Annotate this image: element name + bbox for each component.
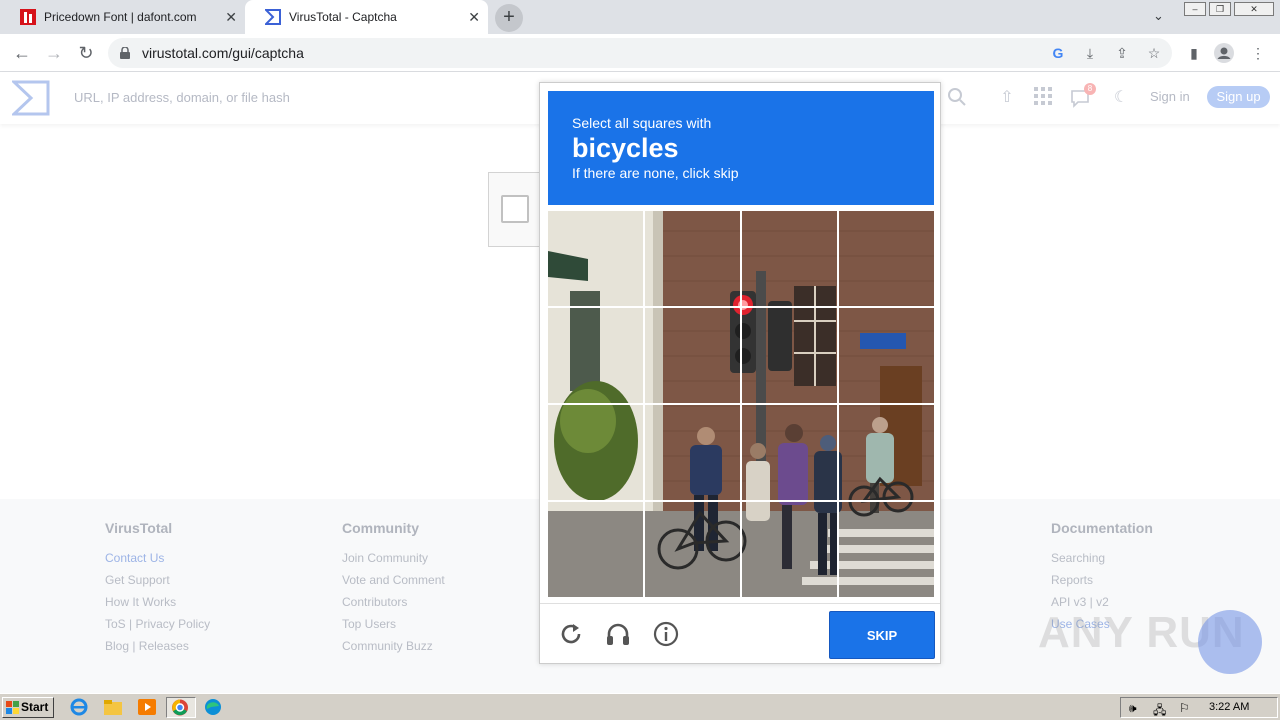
notification-badge: 8 xyxy=(1084,83,1096,95)
footer-link[interactable]: How It Works xyxy=(105,595,210,609)
install-app-icon[interactable]: ⤓ xyxy=(1080,43,1100,63)
footer-heading: Documentation xyxy=(1051,520,1153,536)
captcha-challenge: Select all squares with bicycles If ther… xyxy=(539,82,941,664)
footer-link[interactable]: Reports xyxy=(1051,573,1153,587)
internet-explorer-icon[interactable] xyxy=(68,697,94,718)
google-icon[interactable]: G xyxy=(1048,43,1068,63)
footer-link[interactable]: Contributors xyxy=(342,595,445,609)
minimize-button[interactable]: – xyxy=(1184,2,1206,16)
chrome-menu-icon[interactable]: ⋮ xyxy=(1248,43,1268,63)
network-icon[interactable]: 🖧 xyxy=(1153,701,1166,720)
captcha-header: Select all squares with bicycles If ther… xyxy=(548,91,934,205)
upload-icon[interactable]: ⇧ xyxy=(996,87,1018,109)
new-tab-button[interactable]: + xyxy=(495,4,523,32)
tab-title: VirusTotal - Captcha xyxy=(289,10,397,24)
footer-link[interactable]: Blog | Releases xyxy=(105,639,210,653)
footer-link[interactable]: Community Buzz xyxy=(342,639,445,653)
skip-button[interactable]: SKIP xyxy=(829,611,935,659)
captcha-instruction: Select all squares with xyxy=(572,115,712,131)
grid-divider xyxy=(548,306,934,308)
close-tab-icon[interactable]: ✕ xyxy=(468,9,480,26)
virustotal-logo-icon[interactable] xyxy=(10,80,50,116)
side-panel-icon[interactable]: ▮ xyxy=(1184,43,1204,63)
edge-icon[interactable] xyxy=(202,697,228,718)
share-icon[interactable]: ⇪ xyxy=(1112,43,1132,63)
close-window-button[interactable]: ✕ xyxy=(1234,2,1274,16)
chrome-taskbar-button[interactable] xyxy=(166,697,196,718)
forward-arrow-icon[interactable]: → xyxy=(42,41,66,65)
footer-col-community: Community Join Community Vote and Commen… xyxy=(342,520,445,661)
footer-link[interactable]: Top Users xyxy=(342,617,445,631)
windows-taskbar: Start 🕪 🖧 ⚐ 3:22 AM xyxy=(0,693,1280,720)
profile-avatar-icon[interactable] xyxy=(1214,43,1234,63)
footer-heading: VirusTotal xyxy=(105,520,173,536)
captcha-anchor xyxy=(488,172,544,247)
grid-divider xyxy=(548,500,934,502)
action-center-flag-icon[interactable]: ⚐ xyxy=(1179,701,1190,715)
captcha-image-grid[interactable] xyxy=(548,211,934,597)
media-player-icon[interactable] xyxy=(136,697,162,718)
browser-toolbar: ← → ↻ virustotal.com/gui/captcha G ⤓ ⇪ ☆… xyxy=(0,34,1280,72)
windows-flag-icon xyxy=(6,701,19,714)
footer-link[interactable]: Get Support xyxy=(105,573,210,587)
address-bar[interactable]: virustotal.com/gui/captcha G ⤓ ⇪ ☆ xyxy=(108,38,1172,68)
taskbar-clock[interactable]: 3:22 AM xyxy=(1209,701,1249,713)
footer-heading: Community xyxy=(342,520,419,536)
start-label: Start xyxy=(21,700,49,714)
close-tab-icon[interactable]: ✕ xyxy=(225,9,237,26)
dafont-favicon-icon xyxy=(20,9,36,25)
captcha-hint: If there are none, click skip xyxy=(572,165,739,181)
search-icon[interactable] xyxy=(946,87,968,109)
captcha-checkbox[interactable] xyxy=(501,195,529,223)
tab-virustotal[interactable]: VirusTotal - Captcha ✕ xyxy=(245,0,488,34)
file-explorer-icon[interactable] xyxy=(102,697,128,718)
lock-icon xyxy=(120,46,130,59)
sign-up-button[interactable]: Sign up xyxy=(1207,86,1270,108)
reload-icon[interactable]: ↻ xyxy=(74,41,98,65)
tab-search-chevron-icon[interactable]: ⌄ xyxy=(1153,8,1164,24)
footer-link[interactable]: Join Community xyxy=(342,551,445,565)
start-button[interactable]: Start xyxy=(2,697,54,718)
apps-grid-icon[interactable] xyxy=(1032,87,1054,109)
notifications-icon[interactable]: 8 xyxy=(1070,83,1096,109)
tab-title: Pricedown Font | dafont.com xyxy=(44,10,197,24)
footer-col-virustotal: VirusTotal Contact Us Get Support How It… xyxy=(105,520,210,661)
audio-challenge-icon[interactable] xyxy=(604,620,632,648)
volume-icon[interactable]: 🕪 xyxy=(1129,701,1137,716)
captcha-footer: SKIP xyxy=(540,603,940,665)
system-tray: 🕪 🖧 ⚐ 3:22 AM xyxy=(1120,697,1278,718)
grid-divider xyxy=(548,403,934,405)
footer-link[interactable]: Contact Us xyxy=(105,551,210,565)
captcha-target: bicycles xyxy=(572,133,679,163)
maximize-button[interactable]: ❐ xyxy=(1209,2,1231,16)
browser-tab-strip: Pricedown Font | dafont.com ✕ VirusTotal… xyxy=(0,0,1280,34)
url-text: virustotal.com/gui/captcha xyxy=(142,45,304,61)
reload-challenge-icon[interactable] xyxy=(557,620,585,648)
footer-link[interactable]: API v3 | v2 xyxy=(1051,595,1153,609)
footer-link[interactable]: ToS | Privacy Policy xyxy=(105,617,210,631)
virustotal-favicon-icon xyxy=(263,9,281,25)
footer-link[interactable]: Vote and Comment xyxy=(342,573,445,587)
dark-mode-moon-icon[interactable]: ☾ xyxy=(1110,87,1132,109)
anyrun-badge-icon xyxy=(1198,610,1262,674)
back-arrow-icon[interactable]: ← xyxy=(10,41,34,65)
sign-in-link[interactable]: Sign in xyxy=(1150,89,1190,104)
bookmark-star-icon[interactable]: ☆ xyxy=(1144,43,1164,63)
footer-link[interactable]: Searching xyxy=(1051,551,1153,565)
tab-dafont[interactable]: Pricedown Font | dafont.com ✕ xyxy=(0,0,245,34)
info-icon[interactable] xyxy=(652,620,680,648)
